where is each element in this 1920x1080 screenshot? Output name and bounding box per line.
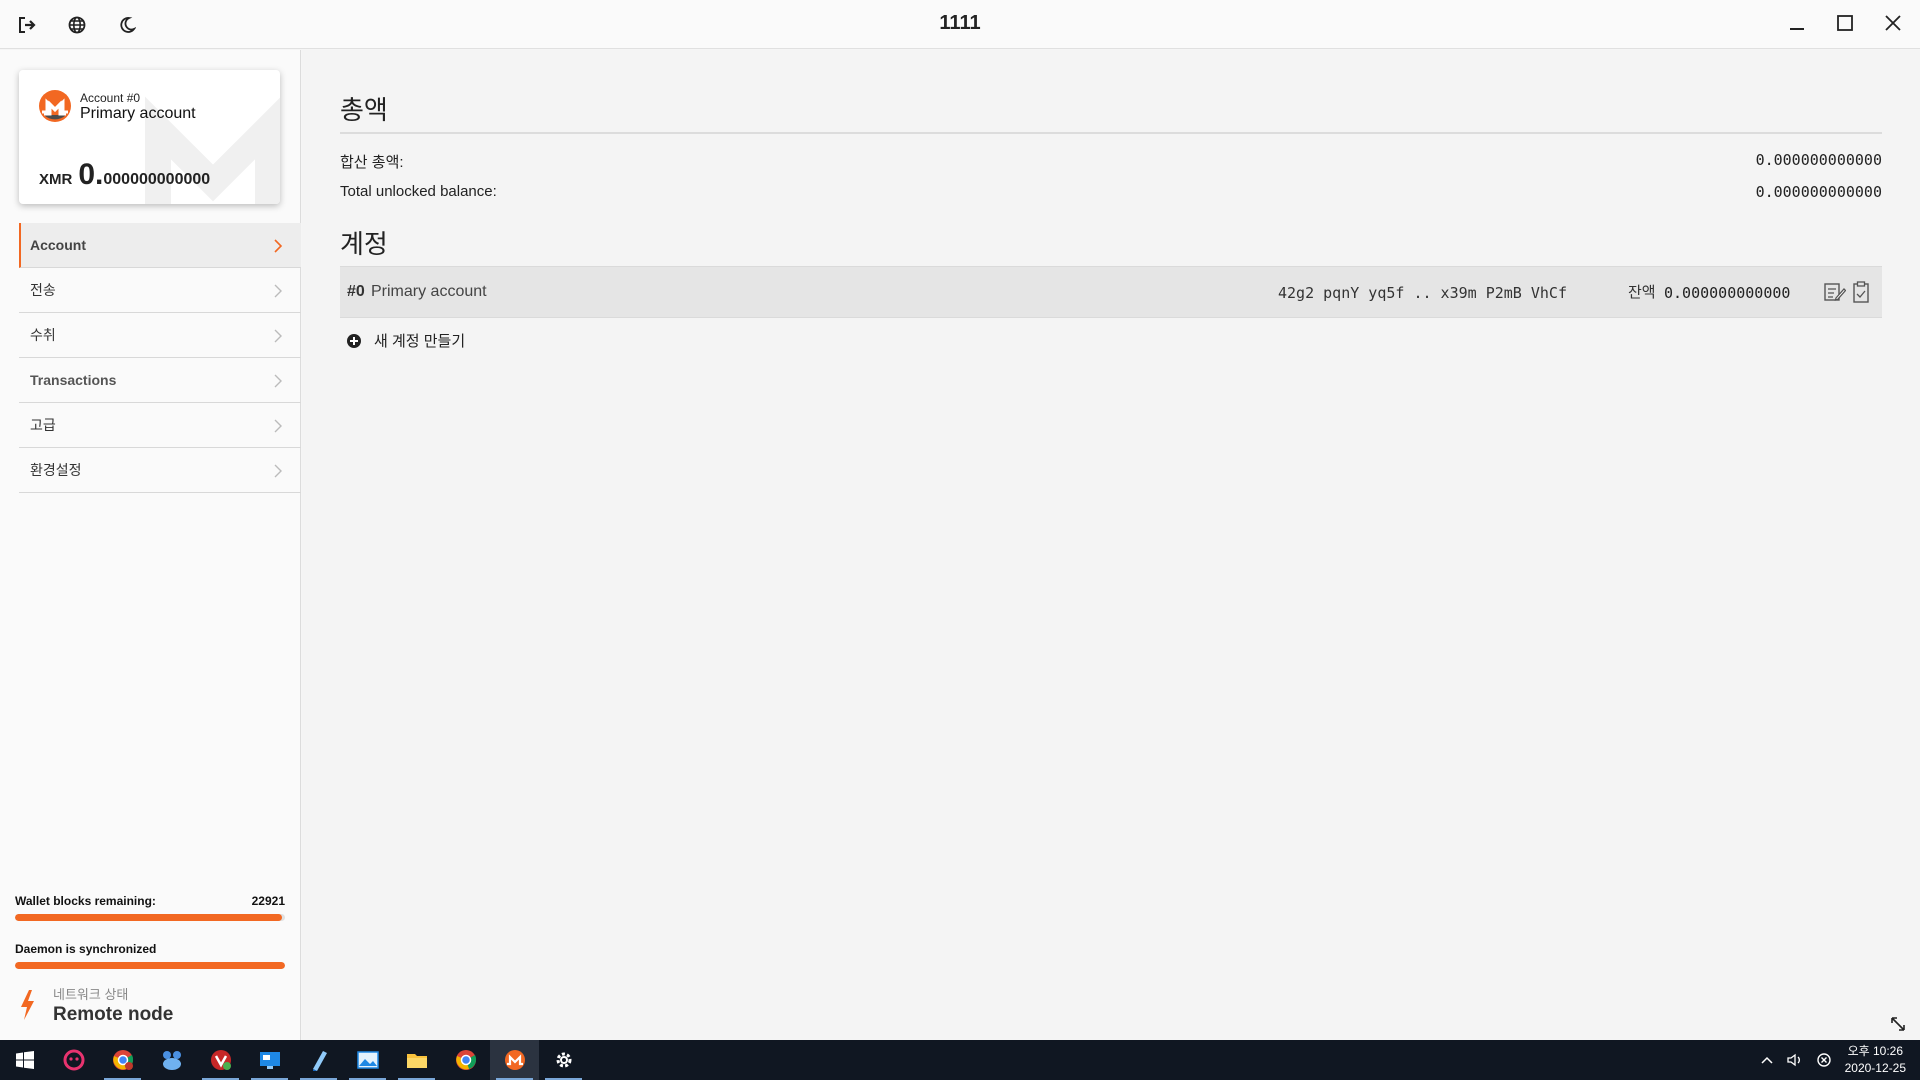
nav-item-label: 수취 bbox=[30, 327, 56, 343]
taskbar-apps bbox=[0, 1040, 588, 1080]
network-status[interactable]: 네트워크 상태 Remote node bbox=[19, 984, 173, 1026]
accounts-heading: 계정 bbox=[340, 229, 388, 259]
daemon-sync-fill bbox=[15, 962, 285, 969]
chevron-right-icon bbox=[274, 419, 282, 433]
chevron-right-icon bbox=[274, 374, 282, 388]
clipboard-icon[interactable] bbox=[1853, 281, 1869, 303]
window-title: 1111 bbox=[939, 12, 981, 34]
monero-logo-icon bbox=[39, 90, 71, 122]
chat-app-icon[interactable] bbox=[49, 1040, 98, 1080]
chevron-right-icon bbox=[274, 329, 282, 343]
daemon-sync-label: Daemon is synchronized bbox=[15, 942, 157, 956]
settings-gear-icon[interactable] bbox=[539, 1040, 588, 1080]
plus-circle-icon bbox=[347, 333, 361, 348]
nav-item-send[interactable]: 전송 bbox=[19, 268, 301, 313]
combined-balance-row: 합산 총액: 0.000000000000 bbox=[340, 151, 1882, 172]
nav-item-label: Transactions bbox=[30, 372, 117, 388]
nav-item-label: Account bbox=[30, 237, 86, 253]
nav-item-settings[interactable]: 환경설정 bbox=[19, 448, 301, 493]
minimize-icon[interactable] bbox=[1784, 10, 1810, 36]
system-tray: 오후 10:26 2020-12-25 bbox=[1761, 1040, 1906, 1080]
chevron-up-icon[interactable] bbox=[1761, 1055, 1773, 1065]
photo-viewer-icon[interactable] bbox=[343, 1040, 392, 1080]
account-index: #0 bbox=[347, 283, 365, 300]
clock-time: 오후 10:26 bbox=[1847, 1044, 1904, 1058]
chevron-right-icon bbox=[274, 464, 282, 478]
unlocked-balance-value[interactable]: 0.000000000000 bbox=[1756, 183, 1882, 201]
taskbar-clock[interactable]: 오후 10:26 2020-12-25 bbox=[1845, 1043, 1906, 1077]
network-disconnected-icon[interactable] bbox=[1816, 1053, 1831, 1067]
clock-date: 2020-12-25 bbox=[1844, 1061, 1906, 1075]
messenger-app-icon[interactable] bbox=[147, 1040, 196, 1080]
account-card[interactable]: Account #0 Primary account XMR 0. 000000… bbox=[19, 70, 280, 204]
wallet-sync-value: 22921 bbox=[251, 894, 285, 908]
chevron-right-icon bbox=[274, 239, 283, 253]
close-icon[interactable] bbox=[1880, 10, 1906, 36]
windows-start-icon[interactable] bbox=[0, 1040, 49, 1080]
section-divider bbox=[340, 132, 1882, 134]
wallet-sync-status: Wallet blocks remaining: 22921 bbox=[15, 894, 285, 921]
combined-balance-value[interactable]: 0.000000000000 bbox=[1756, 151, 1882, 169]
account-name: Primary account bbox=[80, 105, 196, 122]
balance-integer: 0. bbox=[78, 158, 104, 191]
daemon-sync-progress bbox=[15, 962, 285, 969]
account-address: 42g2 pqnY yq5f .. x39m P2mB VhCf bbox=[1278, 284, 1567, 302]
window-controls bbox=[1784, 10, 1906, 36]
vpn-app-icon[interactable] bbox=[196, 1040, 245, 1080]
account-row[interactable]: #0 Primary account 42g2 pqnY yq5f .. x39… bbox=[340, 266, 1882, 318]
resize-icon[interactable] bbox=[1890, 1016, 1906, 1032]
volume-icon[interactable] bbox=[1786, 1053, 1803, 1067]
network-status-value: Remote node bbox=[53, 1004, 174, 1025]
remote-desktop-icon[interactable] bbox=[245, 1040, 294, 1080]
nav-item-advanced[interactable]: 고급 bbox=[19, 403, 301, 448]
file-explorer-icon[interactable] bbox=[392, 1040, 441, 1080]
unlocked-balance-row: Total unlocked balance: 0.000000000000 bbox=[340, 183, 1882, 201]
nav-item-label: 환경설정 bbox=[30, 462, 82, 478]
chrome-icon[interactable] bbox=[441, 1040, 490, 1080]
nav-item-receive[interactable]: 수취 bbox=[19, 313, 301, 358]
nav-item-label: 전송 bbox=[30, 282, 56, 298]
chrome-profile-icon[interactable] bbox=[98, 1040, 147, 1080]
chevron-right-icon bbox=[274, 284, 282, 298]
wallet-sync-fill bbox=[15, 914, 283, 921]
combined-balance-label: 합산 총액: bbox=[340, 154, 404, 171]
nav-item-transactions[interactable]: Transactions bbox=[19, 358, 301, 403]
card-balance: XMR 0. 000000000000 bbox=[39, 158, 210, 192]
main-content: 총액 합산 총액: 0.000000000000 Total unlocked … bbox=[302, 50, 1920, 1040]
create-account-label: 새 계정 만들기 bbox=[374, 333, 466, 350]
notepad-app-icon[interactable] bbox=[294, 1040, 343, 1080]
account-row-name: Primary account bbox=[371, 283, 487, 300]
nav-item-label: 고급 bbox=[30, 417, 56, 433]
taskbar: 오후 10:26 2020-12-25 bbox=[0, 1040, 1920, 1080]
edit-icon[interactable] bbox=[1824, 282, 1846, 302]
unlocked-balance-label: Total unlocked balance: bbox=[340, 183, 497, 200]
account-number: Account #0 bbox=[80, 91, 141, 105]
account-balance-value: 0.000000000000 bbox=[1664, 284, 1791, 302]
wallet-sync-label: Wallet blocks remaining: bbox=[15, 894, 156, 908]
total-heading: 총액 bbox=[340, 95, 388, 125]
daemon-sync-status: Daemon is synchronized bbox=[15, 942, 285, 969]
lightning-icon bbox=[21, 990, 34, 1020]
account-balance-label: 잔액 bbox=[1628, 284, 1656, 301]
wallet-sync-progress bbox=[15, 914, 285, 921]
create-account-button[interactable]: 새 계정 만들기 bbox=[346, 330, 465, 351]
nav-menu: Account 전송 수취 Transactions 고급 환경설정 bbox=[19, 223, 301, 493]
network-status-label: 네트워크 상태 bbox=[53, 987, 129, 1002]
title-bar: 1111 bbox=[0, 0, 1920, 49]
sidebar: Account #0 Primary account XMR 0. 000000… bbox=[0, 50, 301, 1040]
currency-label: XMR bbox=[39, 171, 73, 188]
maximize-icon[interactable] bbox=[1832, 10, 1858, 36]
nav-item-account[interactable]: Account bbox=[19, 223, 301, 268]
monero-wallet-taskbar-icon[interactable] bbox=[490, 1040, 539, 1080]
balance-decimal: 000000000000 bbox=[103, 171, 211, 188]
